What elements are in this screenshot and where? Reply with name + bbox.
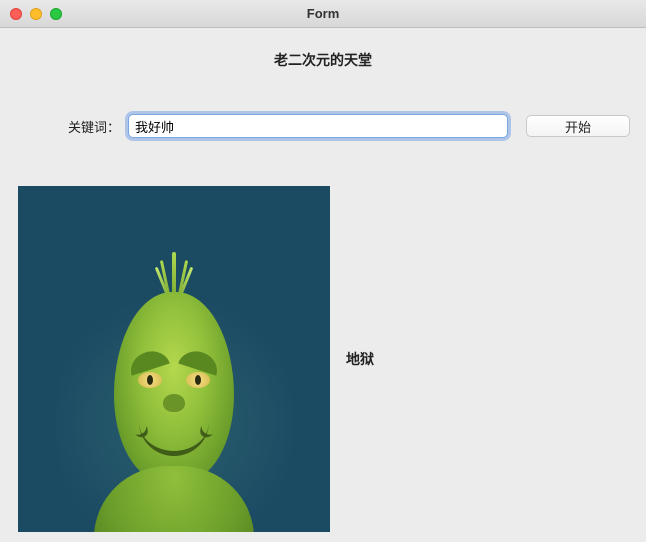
close-icon[interactable] [10, 8, 22, 20]
search-row: 关键词： 开始 [0, 70, 646, 138]
maximize-icon[interactable] [50, 8, 62, 20]
window-controls [0, 8, 62, 20]
result-label: 地狱 [346, 349, 374, 369]
content-area: 老二次元的天堂 关键词： 开始 地狱 [0, 28, 646, 532]
minimize-icon[interactable] [30, 8, 42, 20]
result-area: 地狱 [0, 138, 646, 532]
start-button[interactable]: 开始 [526, 115, 630, 137]
keyword-input[interactable] [128, 114, 508, 138]
keyword-label: 关键词： [8, 117, 120, 136]
window-title: Form [0, 6, 646, 21]
titlebar: Form [0, 0, 646, 28]
result-image [18, 186, 330, 532]
character-illustration [94, 252, 254, 532]
page-title: 老二次元的天堂 [0, 28, 646, 70]
